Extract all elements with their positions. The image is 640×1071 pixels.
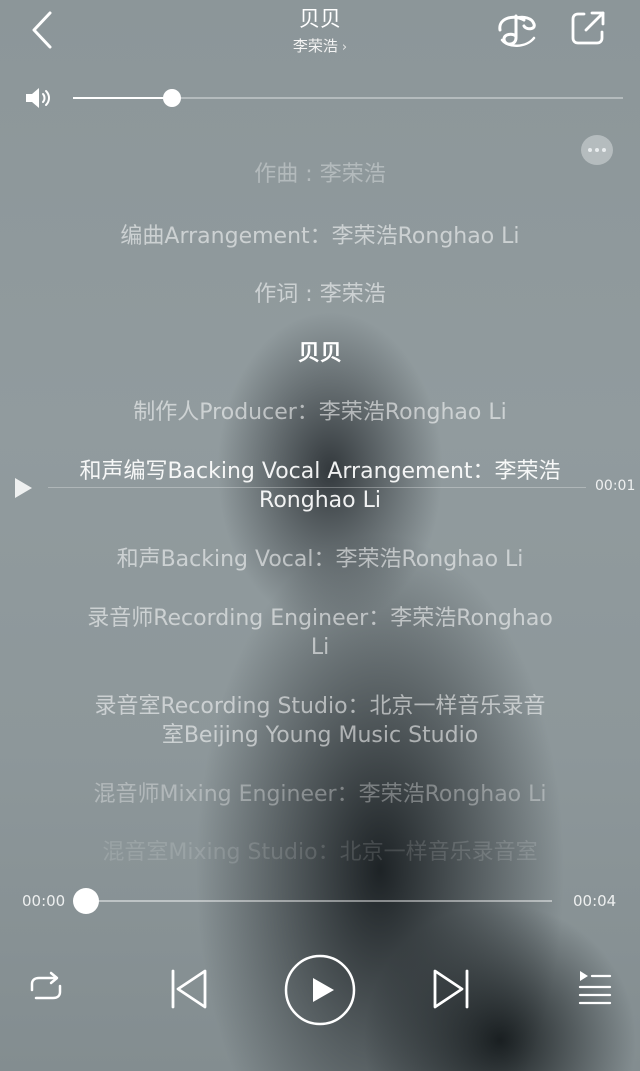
seek-play-button[interactable] [12,476,34,500]
previous-icon [171,969,207,1009]
previous-button[interactable] [168,968,210,1010]
playlist-button[interactable] [576,968,614,1008]
top-bar: 贝贝 李荣浩 › [0,0,640,70]
song-title: 贝贝 [299,7,341,31]
lyric-line: 室Beijing Young Music Studio [161,723,479,748]
progress-slider[interactable] [73,888,552,914]
share-icon [571,11,605,45]
lyric-line: 作词 : 李荣浩 [254,282,386,307]
lyric-line: 混音室Mixing Studio：北京一样音乐录音室 [102,840,538,865]
playlist-icon [578,971,612,1005]
lyric-line: 混音师Mixing Engineer：李荣浩Ronghao Li [93,782,547,807]
artist-name: 李荣浩 [292,37,338,55]
current-time: 00:00 [22,892,66,910]
total-time: 00:04 [573,892,617,910]
seek-indicator-line [48,487,586,488]
lyric-line: 和声编写Backing Vocal Arrangement：李荣浩 [79,459,561,484]
next-button[interactable] [430,968,472,1010]
play-icon [284,954,356,1026]
lyric-line: Li [310,635,330,660]
volume-button[interactable] [24,86,54,110]
next-icon [433,969,469,1009]
lyric-line: Ronghao Li [259,488,381,513]
repeat-button[interactable] [26,968,66,1008]
lyric-line: 贝贝 [297,341,342,366]
lyrics-panel[interactable]: 作曲 : 李荣浩 编曲Arrangement：李荣浩Ronghao Li 作词 … [40,150,600,870]
artist-link[interactable]: 李荣浩 › [0,36,640,58]
play-button[interactable] [284,954,356,1026]
lyric-line: 编曲Arrangement：李荣浩Ronghao Li [120,224,520,249]
volume-icon [26,88,50,108]
repeat-icon [30,971,62,1000]
volume-slider[interactable] [73,89,623,107]
lyric-line: 录音师Recording Engineer：李荣浩Ronghao [87,606,553,631]
volume-knob[interactable] [163,89,181,107]
lyric-line: 作曲 : 李荣浩 [254,162,386,187]
play-icon [15,478,32,498]
volume-fill [73,97,172,99]
progress-knob[interactable] [73,888,99,914]
share-button[interactable] [570,10,606,46]
lyric-line: 制作人Producer：李荣浩Ronghao Li [133,400,507,425]
seek-time: 00:01 [595,478,636,494]
lyric-line: 录音室Recording Studio：北京一样音乐录音 [94,694,546,719]
chevron-right-icon: › [341,40,348,55]
song-info: 贝贝 李荣浩 › [0,6,640,58]
hifi-button[interactable] [494,8,540,50]
hifi-note-icon [498,14,536,47]
lyric-line: 和声Backing Vocal：李荣浩Ronghao Li [116,547,524,572]
